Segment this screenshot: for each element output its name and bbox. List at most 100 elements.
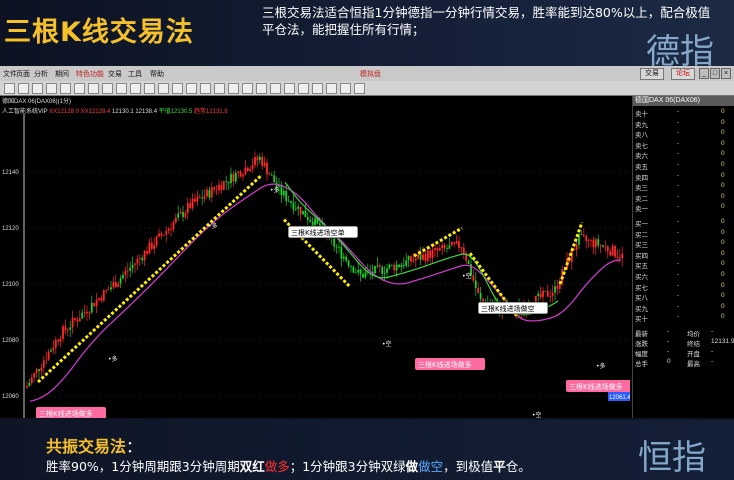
bid-row[interactable]: 买五 - 0 (633, 260, 733, 270)
toolbar-icon[interactable] (74, 83, 85, 94)
bid-row[interactable]: 买八 - 0 (633, 292, 733, 302)
maximize-icon[interactable]: □ (710, 68, 720, 79)
toolbar-icon[interactable] (214, 83, 225, 94)
toolbar-icon[interactable] (46, 83, 57, 94)
candle-body (395, 264, 398, 271)
candle-body (405, 260, 408, 267)
order-book-vol: 0 (721, 192, 725, 200)
candle-body (383, 272, 386, 274)
menu-tools[interactable]: 工具 (128, 69, 142, 79)
ask-row[interactable]: 卖四 - 0 (633, 172, 733, 182)
ask-row[interactable]: 卖一 - 0 (633, 203, 733, 213)
ask-row[interactable]: 卖五 - 0 (633, 161, 733, 171)
bid-row[interactable]: 买九 - 0 (633, 303, 733, 313)
candle-body (556, 286, 559, 289)
bid-row[interactable]: 买七 - 0 (633, 282, 733, 292)
order-book-price: - (677, 313, 680, 321)
trade-button[interactable]: 交易 (640, 68, 664, 80)
indicator-name: 人工智能系统VIP (2, 109, 48, 115)
toolbar-icon[interactable] (186, 83, 197, 94)
candle-body (191, 198, 194, 208)
toolbar-icon[interactable] (312, 83, 323, 94)
close-icon[interactable]: × (721, 68, 731, 79)
toolbar-icon[interactable] (144, 83, 155, 94)
candle-body (172, 222, 175, 230)
toolbar-icon[interactable] (172, 83, 183, 94)
menu-page[interactable]: 页面 (16, 69, 30, 79)
toolbar-icon[interactable] (326, 83, 337, 94)
candle-body (434, 248, 436, 250)
menu-trade[interactable]: 交易 (108, 69, 122, 79)
candle-body (412, 260, 415, 262)
menu-file[interactable]: 文件 (3, 69, 17, 79)
bid-row[interactable]: 买六 - 0 (633, 271, 733, 281)
candle-body (28, 382, 31, 387)
toolbar-icon[interactable] (340, 83, 351, 94)
toolbar-icon[interactable] (158, 83, 169, 94)
menu-features[interactable]: 特色功能 (76, 69, 104, 79)
toolbar-icon[interactable] (4, 83, 15, 94)
stat-field: 最新 (635, 331, 648, 338)
mark-short: •空 (462, 272, 472, 280)
menu-analysis[interactable]: 分析 (34, 69, 48, 79)
toolbar-icon[interactable] (130, 83, 141, 94)
toolbar-icon[interactable] (228, 83, 239, 94)
toolbar-icon[interactable] (354, 83, 365, 94)
candle-body (304, 210, 307, 218)
ask-row[interactable]: 卖十 - 0 (633, 108, 733, 118)
candle-body (86, 311, 88, 314)
candle-body (467, 260, 470, 264)
toolbar-icon[interactable] (284, 83, 295, 94)
forum-button[interactable]: 论坛 (671, 68, 695, 80)
ask-row[interactable]: 卖二 - 0 (633, 193, 733, 203)
toolbar-icon[interactable] (18, 83, 29, 94)
order-book-label: 买四 (635, 252, 648, 260)
bid-row[interactable]: 买十 - 0 (633, 313, 733, 323)
toolbar-icon[interactable] (298, 83, 309, 94)
candle-body (66, 329, 69, 331)
candle-body (114, 282, 117, 288)
menu-period[interactable]: 期间 (55, 69, 69, 79)
order-book-price: - (677, 228, 680, 236)
ask-row[interactable]: 卖九 - 0 (633, 119, 733, 129)
toolbar-icon[interactable] (32, 83, 43, 94)
stat-field: 开盘 (687, 351, 700, 358)
toolbar-icon[interactable] (200, 83, 211, 94)
candle-body (225, 181, 228, 183)
order-book-price: - (677, 292, 680, 300)
minimize-icon[interactable]: _ (699, 68, 709, 79)
toolbar-icon[interactable] (242, 83, 253, 94)
ask-row[interactable]: 卖八 - 0 (633, 129, 733, 139)
order-book-vol: 0 (721, 150, 725, 158)
candle-body (227, 181, 230, 184)
bid-row[interactable]: 买一 - 0 (633, 218, 733, 228)
bid-row[interactable]: 买二 - 0 (633, 229, 733, 239)
toolbar-icon[interactable] (102, 83, 113, 94)
bid-row[interactable]: 买四 - 0 (633, 250, 733, 260)
candle-body (604, 246, 607, 248)
ask-row[interactable]: 卖六 - 0 (633, 150, 733, 160)
order-book-vol: 0 (721, 161, 725, 168)
menu-help[interactable]: 帮助 (150, 69, 164, 79)
candle-body (208, 189, 211, 198)
bid-row[interactable]: 买三 - 0 (633, 239, 733, 249)
stat-field: - (667, 338, 670, 345)
candle-body (81, 312, 84, 319)
toolbar-icon[interactable] (60, 83, 71, 94)
toolbar-icon[interactable] (116, 83, 127, 94)
toolbar-icon[interactable] (270, 83, 281, 94)
ask-row[interactable]: 卖三 - 0 (633, 182, 733, 192)
candle-body (160, 233, 163, 236)
candle-body (542, 290, 544, 298)
candle-body (117, 283, 120, 288)
ask-row[interactable]: 卖七 - 0 (633, 140, 733, 150)
chart-panel[interactable]: 12140 12120 12100 12080 12060 三根K线进场做多 三根K线进场… (0, 96, 630, 418)
stat-field: 最高 (687, 361, 700, 368)
toolbar-icon[interactable] (88, 83, 99, 94)
candle-body (354, 272, 357, 274)
candlestick-chart[interactable]: 1214012120121001208012060 三根K线进场做多三根K线进场… (0, 96, 630, 418)
toolbar-icon[interactable] (256, 83, 267, 94)
candle-body (544, 290, 547, 292)
candle-body (83, 311, 86, 313)
order-book-vol: 0 (721, 271, 725, 278)
